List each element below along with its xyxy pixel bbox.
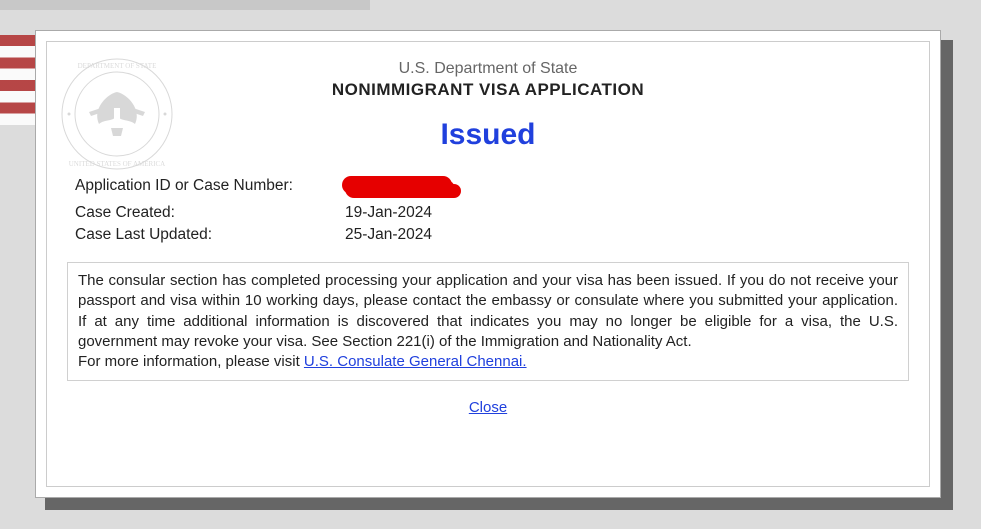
redacted-mark-icon [345, 180, 455, 198]
case-updated-value: 25-Jan-2024 [345, 226, 432, 244]
flag-stripes-decoration [0, 35, 35, 125]
close-button[interactable]: Close [47, 399, 929, 416]
modal-inner: DEPARTMENT OF STATE UNITED STATES OF AME… [46, 41, 930, 487]
svg-text:DEPARTMENT OF STATE: DEPARTMENT OF STATE [78, 62, 157, 70]
row-application-id: Application ID or Case Number: [75, 177, 929, 200]
case-created-value: 19-Jan-2024 [345, 204, 432, 222]
state-seal-icon: DEPARTMENT OF STATE UNITED STATES OF AME… [57, 54, 177, 174]
top-banner-strip [0, 0, 370, 10]
case-updated-label: Case Last Updated: [75, 226, 345, 244]
case-details: Application ID or Case Number: Case Crea… [75, 177, 929, 244]
application-id-value [345, 177, 455, 200]
form-title: NONIMMIGRANT VISA APPLICATION [47, 80, 929, 100]
svg-text:UNITED STATES OF AMERICA: UNITED STATES OF AMERICA [69, 160, 165, 168]
consulate-link[interactable]: U.S. Consulate General Chennai. [304, 353, 527, 370]
row-case-created: Case Created: 19-Jan-2024 [75, 204, 929, 222]
application-id-label: Application ID or Case Number: [75, 177, 345, 200]
department-label: U.S. Department of State [47, 60, 929, 78]
message-body: The consular section has completed proce… [78, 272, 898, 350]
row-case-updated: Case Last Updated: 25-Jan-2024 [75, 226, 929, 244]
more-info-prefix: For more information, please visit [78, 353, 304, 370]
modal-header: U.S. Department of State NONIMMIGRANT VI… [47, 42, 929, 100]
case-created-label: Case Created: [75, 204, 345, 222]
page-background: DEPARTMENT OF STATE UNITED STATES OF AME… [0, 0, 981, 529]
status-message: The consular section has completed proce… [67, 262, 909, 381]
status-modal: DEPARTMENT OF STATE UNITED STATES OF AME… [35, 30, 941, 498]
visa-status: Issued [47, 118, 929, 152]
